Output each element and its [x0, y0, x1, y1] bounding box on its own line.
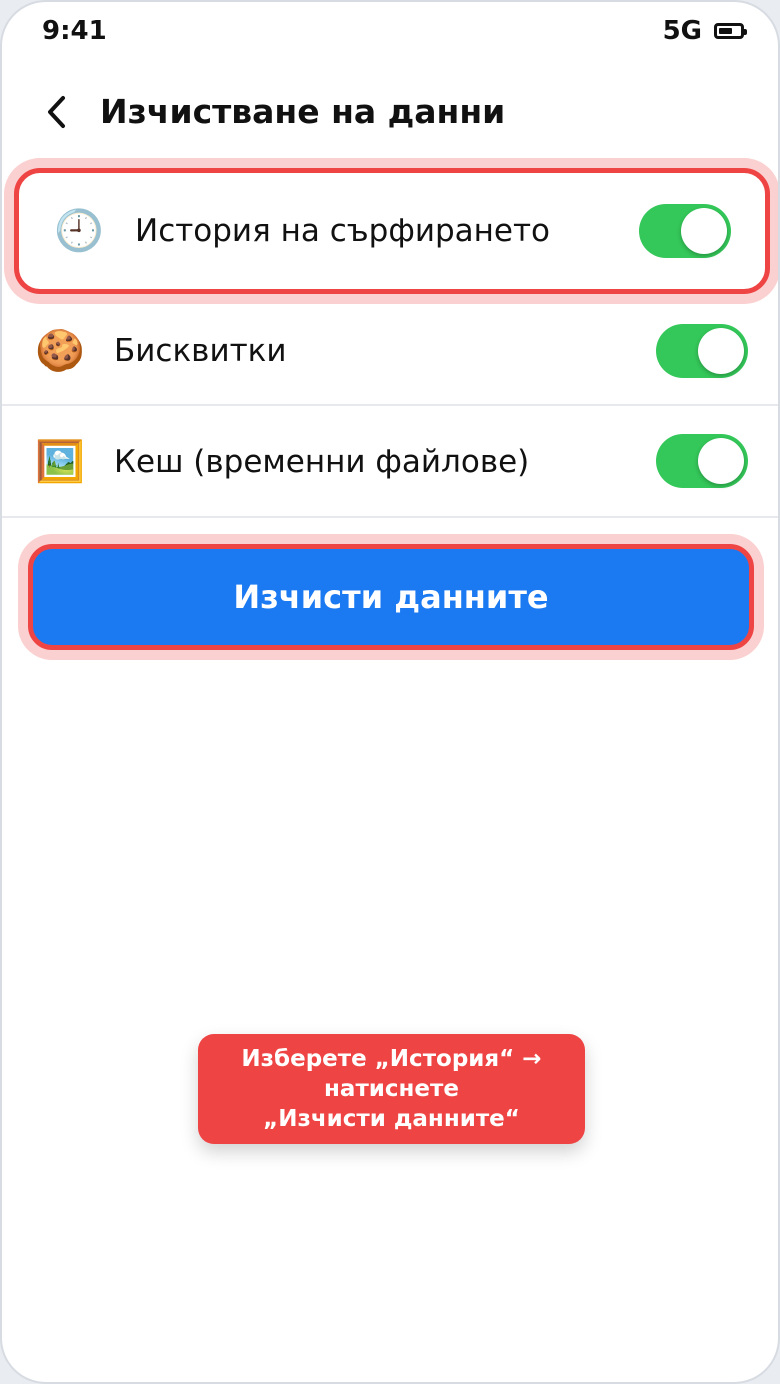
instruction-line-2: натиснете	[324, 1076, 459, 1102]
instruction-line-1: Изберете „История“ →	[241, 1046, 542, 1072]
instruction-callout: Изберете „История“ → натиснете „Изчисти …	[198, 1034, 585, 1144]
clear-data-button[interactable]: Изчисти данните	[33, 549, 749, 645]
cookie-icon: 🍪	[35, 328, 85, 374]
page-title: Изчистване на данни	[100, 92, 506, 131]
cache-toggle[interactable]	[656, 434, 748, 488]
status-time: 9:41	[42, 16, 107, 46]
option-row-cache[interactable]: 🖼️ Кеш (временни файлове)	[2, 408, 778, 518]
instruction-line-3: „Изчисти данните“	[263, 1106, 520, 1132]
chevron-left-icon	[48, 96, 65, 128]
status-indicators: 5G	[662, 16, 747, 46]
toggle-knob	[681, 208, 727, 254]
history-toggle[interactable]	[639, 204, 731, 258]
picture-icon: 🖼️	[35, 439, 85, 485]
header: Изчистване на данни	[2, 80, 778, 150]
toggle-knob	[698, 328, 744, 374]
option-label-cache: Кеш (временни файлове)	[114, 444, 530, 480]
clock-icon: 🕘	[54, 208, 104, 254]
option-label-cookies: Бисквитки	[114, 333, 287, 369]
cookies-toggle[interactable]	[656, 324, 748, 378]
clear-button-highlight: Изчисти данните	[28, 544, 754, 650]
option-label-history: История на сърфирането	[135, 213, 551, 249]
option-row-cookies[interactable]: 🍪 Бисквитки	[2, 298, 778, 406]
battery-icon	[714, 23, 747, 39]
back-button[interactable]	[32, 88, 80, 136]
option-row-history[interactable]: 🕘 История на сърфирането	[14, 168, 770, 294]
status-bar: 9:41 5G	[2, 2, 778, 66]
phone-screen: 9:41 5G Изчистване на данни 🕘 История на…	[0, 0, 780, 1384]
toggle-knob	[698, 438, 744, 484]
network-label: 5G	[662, 16, 702, 46]
